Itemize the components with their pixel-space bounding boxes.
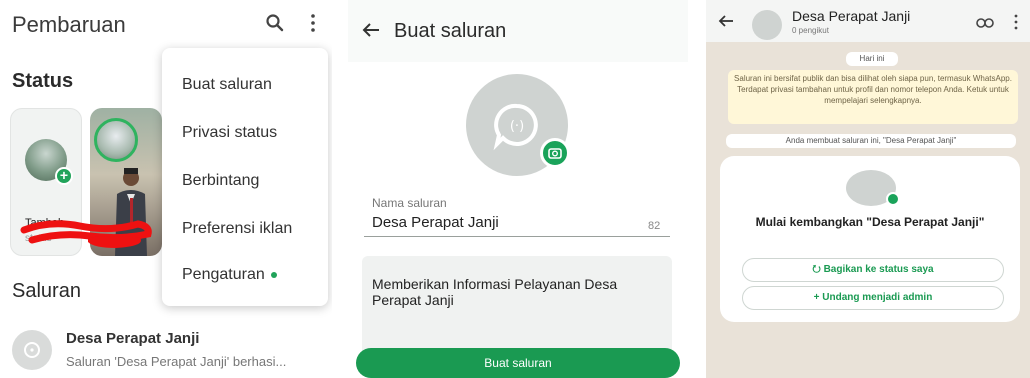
redaction-scribble — [20, 220, 152, 248]
back-arrow-icon[interactable] — [362, 22, 380, 38]
status-avatar-ring — [94, 118, 138, 162]
search-icon[interactable] — [266, 14, 284, 32]
menu-item-starred[interactable]: Berbintang — [182, 172, 259, 190]
menu-item-status-privacy[interactable]: Privasi status — [182, 124, 277, 142]
description-field[interactable]: Memberikan Informasi Pelayanan Desa Pera… — [362, 256, 672, 356]
notification-dot — [270, 271, 277, 278]
channel-name[interactable]: Desa Perapat Janji — [792, 8, 910, 24]
channel-name-field[interactable]: Desa Perapat Janji — [372, 214, 499, 231]
channel-screen: Desa Perapat Janji 0 pengikut Hari ini S… — [706, 0, 1030, 378]
svg-text:(·): (·) — [510, 119, 524, 134]
invite-admin-button[interactable]: + Undang menjadi admin — [742, 286, 1004, 310]
channel-name[interactable]: Desa Perapat Janji — [66, 330, 199, 347]
menu-item-settings[interactable]: Pengaturan — [182, 266, 277, 284]
share-to-status-label: Bagikan ke status saya — [823, 264, 934, 275]
status-dot — [886, 192, 900, 206]
create-channel-screen: Buat saluran (·) Nama saluran Desa Perap… — [348, 0, 688, 378]
date-chip: Hari ini — [846, 52, 898, 66]
menu-item-ad-preferences[interactable]: Preferensi iklan — [182, 220, 292, 238]
status-heading: Status — [12, 70, 74, 92]
channel-name-label: Nama saluran — [372, 196, 447, 210]
overflow-menu: Buat saluran Privasi status Berbintang P… — [162, 48, 328, 306]
channel-preview: Saluran 'Desa Perapat Janji' berhasi... — [66, 354, 287, 369]
share-to-status-button[interactable]: ⭮ Bagikan ke status saya — [742, 258, 1004, 282]
privacy-info-message[interactable]: Saluran ini bersifat publik dan bisa dil… — [728, 70, 1018, 124]
camera-icon[interactable] — [540, 138, 570, 168]
updates-screen: Pembaruan Status + Tambah status Saluran — [0, 0, 332, 378]
channel-avatar[interactable] — [752, 10, 782, 40]
character-counter: 82 — [648, 220, 661, 232]
field-underline — [364, 236, 670, 237]
get-started-card: Mulai kembangkan "Desa Perapat Janji" ⭮ … — [720, 156, 1020, 322]
menu-item-create-channel[interactable]: Buat saluran — [182, 76, 272, 94]
create-channel-button[interactable]: Buat saluran — [356, 348, 680, 378]
kebab-menu-icon[interactable] — [306, 13, 320, 33]
channel-created-message: Anda membuat saluran ini, "Desa Perapat … — [726, 134, 1016, 148]
camera-glyph — [548, 148, 562, 159]
kebab-menu-icon[interactable] — [1012, 14, 1020, 30]
page-title: Buat saluran — [394, 20, 507, 42]
menu-item-settings-label: Pengaturan — [182, 266, 265, 283]
channel-placeholder-icon — [24, 342, 40, 358]
page-title: Pembaruan — [12, 12, 126, 37]
follower-count: 0 pengikut — [792, 26, 829, 35]
back-arrow-icon[interactable] — [718, 14, 734, 28]
description-text: Memberikan Informasi Pelayanan Desa Pera… — [372, 276, 618, 308]
plus-icon: + — [55, 167, 73, 185]
channels-heading: Saluran — [12, 280, 81, 302]
link-icon[interactable] — [976, 18, 994, 28]
share-icon: ⭮ — [812, 264, 821, 275]
channel-avatar — [12, 330, 52, 370]
card-title: Mulai kembangkan "Desa Perapat Janji" — [755, 215, 985, 229]
